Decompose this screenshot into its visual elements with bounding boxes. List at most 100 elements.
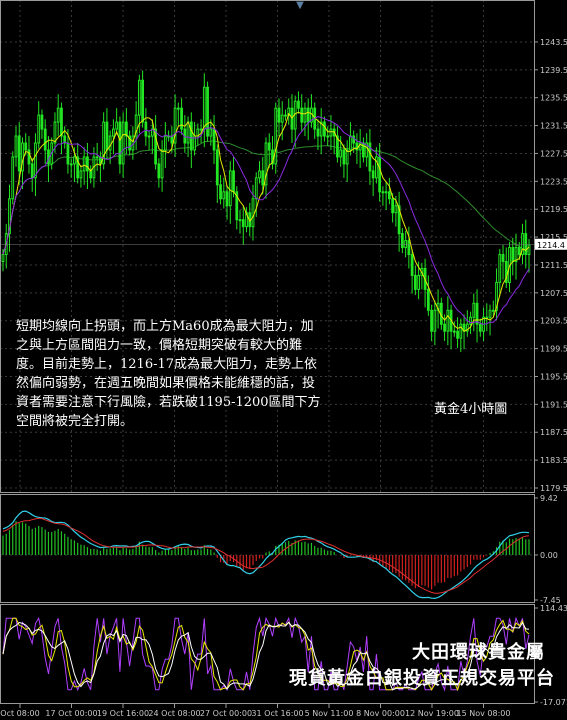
- candle: [459, 323, 463, 339]
- current-price-label: 1214.4: [537, 241, 565, 250]
- candle: [53, 121, 57, 144]
- candle: [163, 135, 167, 151]
- candle: [501, 254, 505, 262]
- candle: [478, 323, 482, 332]
- y-tick-label: 1187.5: [540, 428, 567, 437]
- candle: [517, 247, 521, 256]
- candle: [326, 135, 330, 138]
- candle: [524, 233, 528, 256]
- candle: [180, 107, 183, 130]
- candle: [118, 121, 122, 165]
- candle: [306, 107, 310, 123]
- x-tick-label: 5 Nov 11:00: [305, 709, 354, 718]
- candle: [222, 191, 226, 200]
- candle: [112, 128, 115, 137]
- candle: [261, 170, 265, 186]
- candle: [371, 170, 375, 179]
- candle: [475, 302, 479, 325]
- candle: [137, 79, 141, 116]
- candle: [108, 135, 112, 151]
- brand-name: 大田環球貴金屬: [412, 642, 545, 663]
- candle: [430, 309, 433, 332]
- x-tick-label: 31 Oct 16:00: [251, 709, 303, 718]
- y-tick-label: -17.0714: [540, 698, 567, 707]
- y-tick-label: 1195.5: [540, 372, 567, 381]
- candle: [82, 156, 86, 172]
- candle: [452, 330, 456, 333]
- candle: [303, 107, 307, 123]
- candle: [86, 156, 89, 172]
- candle: [141, 79, 145, 123]
- candle: [404, 240, 408, 249]
- y-tick-label: 0.00: [540, 551, 558, 560]
- x-tick-label: 19 Oct 16:00: [97, 709, 149, 718]
- candle: [212, 128, 216, 151]
- y-tick-label: 1179.5: [540, 484, 567, 493]
- candle: [456, 330, 459, 339]
- candle: [491, 309, 495, 312]
- candle: [323, 121, 326, 137]
- candle: [394, 205, 398, 214]
- x-tick-label: 8 Nov 00:00: [356, 709, 405, 718]
- x-tick-label: 12 Nov 19:00: [405, 709, 459, 718]
- analysis-line: 然偏向弱勢，在週五晚間如果價格未能維穩的話，投: [16, 376, 316, 391]
- candle: [378, 156, 382, 193]
- candle: [443, 323, 446, 332]
- candle: [300, 107, 304, 123]
- candle: [105, 121, 109, 151]
- candle: [170, 135, 174, 144]
- candle: [339, 149, 343, 158]
- candle: [410, 254, 414, 276]
- candle: [160, 149, 164, 179]
- macd-slow-line: [2, 517, 530, 594]
- candle: [69, 163, 73, 166]
- y-tick-label: 1231.5: [540, 122, 567, 131]
- candle: [417, 274, 420, 290]
- y-tick-label: 1223.5: [540, 177, 567, 186]
- x-tick-label: 24 Oct 08:00: [148, 709, 200, 718]
- y-tick-label: 9.42: [540, 494, 558, 503]
- y-tick-label: 1203.5: [540, 317, 567, 326]
- candle: [37, 114, 41, 144]
- candle: [40, 114, 44, 130]
- candle: [199, 128, 203, 131]
- candle: [115, 121, 119, 130]
- candle: [225, 191, 229, 207]
- candle: [498, 254, 502, 283]
- candle: [472, 302, 476, 318]
- candlesticks: [1, 70, 531, 353]
- candle: [251, 198, 255, 228]
- candle: [89, 170, 93, 179]
- candle: [24, 142, 28, 151]
- candle: [66, 142, 70, 165]
- candle: [400, 233, 404, 249]
- candle: [407, 240, 411, 256]
- candle: [284, 114, 287, 117]
- candle: [274, 107, 278, 165]
- analysis-line: 之與上方區間阻力一致，價格短期突破有較大的難: [16, 338, 303, 353]
- y-tick-label: 1207.5: [540, 289, 567, 298]
- analysis-line: 資者需要注意下行風險，若跌破1195-1200區間下方: [16, 395, 321, 410]
- candle: [176, 107, 180, 110]
- candle: [215, 149, 219, 186]
- x-tick-label: 15 Nov 08:00: [457, 709, 511, 718]
- candle: [34, 142, 37, 179]
- candle: [316, 128, 320, 137]
- candle: [511, 247, 515, 262]
- candle: [342, 149, 346, 165]
- analysis-line: 短期均線向上拐頭，而上方Ma60成為最大阻力，加: [16, 319, 314, 334]
- candle: [56, 107, 60, 123]
- candle: [147, 135, 151, 138]
- candle: [232, 170, 235, 193]
- candle: [349, 135, 352, 151]
- candle: [258, 170, 261, 179]
- candle: [280, 114, 284, 123]
- candle: [413, 274, 417, 290]
- candle: [527, 244, 531, 256]
- current-bar-marker: ▼: [296, 0, 304, 11]
- y-tick-label: 1211.5: [540, 261, 567, 270]
- y-tick-label: 1239.5: [540, 66, 567, 75]
- y-tick-label: 1199.5: [540, 345, 567, 354]
- candle: [329, 128, 333, 137]
- candle: [14, 135, 18, 158]
